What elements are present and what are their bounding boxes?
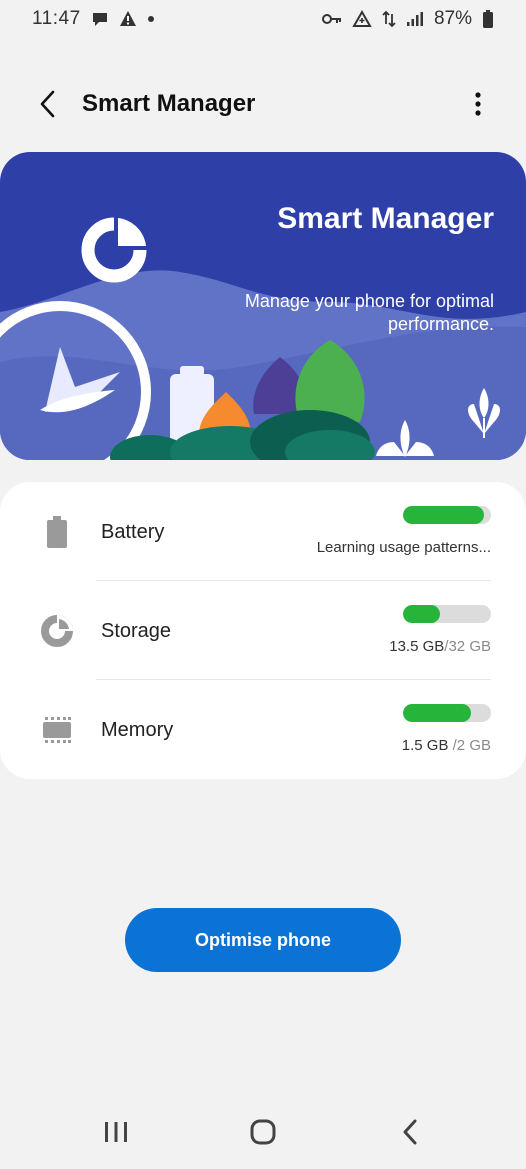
storage-label: Storage [101, 620, 172, 642]
battery-icon [482, 10, 494, 28]
battery-info: Learning usage patterns... [317, 539, 491, 556]
smart-manager-logo-icon [81, 212, 152, 283]
back-icon [401, 1118, 419, 1151]
storage-pie-icon [40, 614, 74, 648]
memory-chip-icon [40, 713, 74, 747]
recents-icon [103, 1120, 129, 1149]
more-vertical-icon [474, 91, 482, 122]
home-icon [249, 1118, 277, 1151]
storage-info: 13.5 GB/32 GB [389, 638, 491, 655]
storage-total: /32 GB [444, 638, 491, 655]
memory-level-bar [403, 704, 491, 722]
hero-subtitle: Manage your phone for optimal performanc… [244, 291, 494, 334]
memory-level-fill [403, 704, 471, 722]
back-button[interactable] [30, 88, 66, 124]
memory-total: /2 GB [452, 737, 491, 754]
recents-button[interactable] [96, 1116, 136, 1152]
status-time: 11:47 [32, 8, 81, 29]
hero-banner: Smart Manager Manage your phone for opti… [0, 152, 526, 460]
battery-level-fill [403, 506, 484, 524]
memory-label: Memory [101, 719, 174, 741]
more-options-button[interactable] [460, 88, 496, 124]
storage-level-bar [403, 605, 491, 623]
memory-row[interactable]: Memory 1.5 GB /2 GB [0, 680, 526, 779]
device-care-card: Battery Learning usage patterns... Stora… [0, 482, 526, 779]
key-icon [321, 12, 342, 26]
battery-percent: 87% [433, 8, 472, 29]
chat-icon [91, 10, 109, 28]
data-arrows-icon [382, 10, 396, 28]
dot-icon [147, 15, 155, 23]
battery-icon [40, 515, 74, 549]
storage-used: 13.5 GB [389, 638, 445, 655]
warning-icon [119, 10, 137, 28]
data-saver-icon [352, 10, 372, 28]
app-bar: Smart Manager [0, 70, 526, 142]
status-left: 11:47 [32, 8, 155, 30]
smart-manager-screen: 11:47 87% Smart Manager Smart Manager Ma… [0, 0, 526, 1169]
navigation-bar [0, 1098, 526, 1169]
battery-row[interactable]: Battery Learning usage patterns... [0, 482, 526, 581]
battery-label: Battery [101, 521, 165, 543]
home-button[interactable] [243, 1116, 283, 1152]
memory-info: 1.5 GB /2 GB [402, 737, 491, 754]
battery-status-text: Learning usage patterns... [316, 539, 491, 556]
battery-level-bar [403, 506, 491, 524]
storage-level-fill [403, 605, 440, 623]
page-title: Smart Manager [82, 90, 256, 117]
signal-icon [406, 11, 424, 27]
storage-row[interactable]: Storage 13.5 GB/32 GB [0, 581, 526, 680]
memory-used: 1.5 GB [401, 737, 453, 754]
hero-title: Smart Manager [277, 202, 494, 235]
nav-back-button[interactable] [390, 1116, 430, 1152]
back-chevron-icon [38, 89, 58, 124]
status-bar: 11:47 87% [0, 0, 526, 38]
optimise-phone-button[interactable]: Optimise phone [125, 908, 401, 972]
status-right: 87% [321, 8, 494, 30]
